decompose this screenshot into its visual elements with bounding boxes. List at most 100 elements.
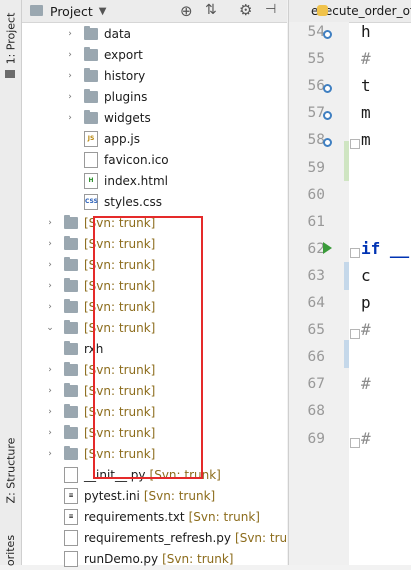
tree-item-label: pytest.ini bbox=[84, 488, 140, 503]
highlight-annotation-box bbox=[93, 216, 203, 479]
fold-icon[interactable] bbox=[350, 329, 360, 340]
tree-item-label: index.html bbox=[104, 173, 168, 188]
tree-item[interactable]: › widgets bbox=[64, 107, 151, 128]
file-icon bbox=[64, 466, 78, 483]
tree-item[interactable]: JS app.js bbox=[84, 128, 140, 149]
project-folder-icon bbox=[30, 5, 43, 16]
file-icon: JS bbox=[84, 130, 98, 147]
tree-item-label: styles.css bbox=[104, 194, 162, 209]
run-icon[interactable] bbox=[323, 242, 332, 254]
folder-icon bbox=[64, 445, 78, 460]
code-line[interactable]: t bbox=[361, 76, 371, 95]
line-number: 57 bbox=[307, 105, 325, 122]
tab-project[interactable]: 1: Project bbox=[4, 8, 18, 68]
tree-item[interactable]: CSS styles.css bbox=[84, 191, 162, 212]
code-line[interactable]: # bbox=[361, 374, 371, 393]
file-icon bbox=[84, 151, 98, 168]
override-marker-icon[interactable] bbox=[323, 30, 332, 39]
code-line[interactable]: c bbox=[361, 266, 371, 285]
file-icon bbox=[64, 550, 78, 567]
chevron-right-icon[interactable]: › bbox=[44, 449, 56, 459]
project-panel: Project ▼ ⊕ ⇅ ⚙ ⊣ › data › export › history › p… bbox=[22, 0, 306, 567]
chevron-right-icon[interactable]: › bbox=[44, 428, 56, 438]
folder-icon bbox=[64, 277, 78, 292]
tab-structure[interactable]: Z: Structure bbox=[4, 430, 18, 510]
tree-item[interactable]: › export bbox=[64, 44, 143, 65]
chevron-right-icon[interactable]: › bbox=[44, 365, 56, 375]
code-line[interactable]: # bbox=[361, 49, 371, 68]
chevron-right-icon[interactable]: › bbox=[64, 29, 76, 39]
folder-icon bbox=[64, 424, 78, 439]
line-number: 56 bbox=[307, 78, 325, 95]
code-line[interactable]: p bbox=[361, 293, 371, 312]
code-line[interactable]: # bbox=[361, 320, 371, 339]
line-number: 58 bbox=[307, 132, 325, 149]
code-line[interactable]: # bbox=[361, 429, 371, 448]
chevron-right-icon[interactable]: › bbox=[64, 113, 76, 123]
panel-title[interactable]: Project bbox=[50, 4, 93, 19]
tree-item-label: history bbox=[104, 68, 146, 83]
line-number: 60 bbox=[307, 186, 325, 203]
tab-favorites[interactable]: orites bbox=[4, 530, 18, 570]
folder-icon bbox=[64, 340, 78, 355]
line-number: 64 bbox=[307, 295, 325, 311]
tree-item[interactable]: ≡ pytest.ini [Svn: trunk] bbox=[64, 485, 215, 506]
tree-item-label: requirements_refresh.py bbox=[84, 530, 232, 545]
code-line[interactable]: if __ bbox=[361, 239, 409, 258]
line-number: 59 bbox=[307, 159, 325, 176]
line-number: 55 bbox=[307, 51, 325, 68]
folder-icon bbox=[84, 67, 98, 82]
tree-item-label: runDemo.py bbox=[84, 551, 159, 566]
chevron-right-icon[interactable]: › bbox=[44, 386, 56, 396]
collapse-icon[interactable]: ⇅ bbox=[205, 2, 217, 18]
locate-icon[interactable]: ⊕ bbox=[180, 2, 193, 20]
tree-item-label: export bbox=[104, 47, 143, 62]
line-number: 54 bbox=[307, 24, 325, 40]
chevron-right-icon[interactable]: › bbox=[64, 92, 76, 102]
code-line[interactable]: m bbox=[361, 103, 371, 122]
tree-item[interactable]: requirements_refresh.py [Svn: trunk] bbox=[64, 527, 306, 548]
python-file-icon bbox=[317, 5, 328, 16]
code-line[interactable]: m bbox=[361, 130, 371, 149]
hide-panel-icon[interactable]: ⊣ bbox=[265, 2, 276, 17]
line-gutter bbox=[289, 22, 349, 565]
chevron-right-icon[interactable]: › bbox=[44, 281, 56, 291]
tree-item[interactable]: › data bbox=[64, 23, 131, 44]
editor-tab[interactable]: execute_order_of bbox=[289, 0, 411, 23]
chevron-right-icon[interactable]: › bbox=[44, 260, 56, 270]
file-icon: ≡ bbox=[64, 487, 78, 504]
tree-item-label: requirements.txt bbox=[84, 509, 185, 524]
fold-icon[interactable] bbox=[350, 247, 360, 258]
chevron-down-icon[interactable]: ⌄ bbox=[44, 323, 56, 333]
dropdown-arrow-icon[interactable]: ▼ bbox=[99, 6, 107, 17]
change-marker bbox=[344, 141, 349, 181]
tree-item[interactable]: Hindex.html bbox=[84, 170, 168, 191]
folder-icon bbox=[64, 361, 78, 376]
tree-item[interactable]: › plugins bbox=[64, 86, 147, 107]
tree-item[interactable]: runDemo.py [Svn: trunk] bbox=[64, 548, 233, 569]
code-line[interactable]: h bbox=[361, 22, 371, 41]
fold-icon[interactable] bbox=[350, 437, 360, 448]
project-panel-header: Project ▼ ⊕ ⇅ ⚙ ⊣ bbox=[22, 0, 287, 23]
chevron-right-icon[interactable]: › bbox=[44, 407, 56, 417]
chevron-right-icon[interactable]: › bbox=[64, 71, 76, 81]
folder-icon bbox=[64, 298, 78, 313]
tree-item[interactable]: › history bbox=[64, 65, 145, 86]
chevron-right-icon[interactable]: › bbox=[44, 302, 56, 312]
change-marker bbox=[344, 340, 349, 368]
line-number: 62 bbox=[307, 240, 325, 257]
fold-icon[interactable] bbox=[350, 139, 360, 150]
line-number: 63 bbox=[307, 267, 325, 284]
svn-status: [Svn: trunk] bbox=[162, 551, 234, 566]
chevron-right-icon[interactable]: › bbox=[44, 218, 56, 228]
folder-icon bbox=[84, 109, 98, 124]
tree-item[interactable]: ≡ requirements.txt [Svn: trunk] bbox=[64, 506, 260, 527]
line-number: 69 bbox=[307, 430, 325, 447]
tree-item[interactable]: favicon.ico bbox=[84, 149, 169, 170]
gear-icon[interactable]: ⚙ bbox=[239, 1, 252, 19]
folder-icon bbox=[64, 256, 78, 271]
editor-pane: execute_order_of 54 h 55 #56 t 57 m 58 m 59 60 61 62… bbox=[288, 0, 411, 565]
chevron-right-icon[interactable]: › bbox=[44, 239, 56, 249]
chevron-right-icon[interactable]: › bbox=[64, 50, 76, 60]
tree-item-label: data bbox=[104, 26, 132, 41]
